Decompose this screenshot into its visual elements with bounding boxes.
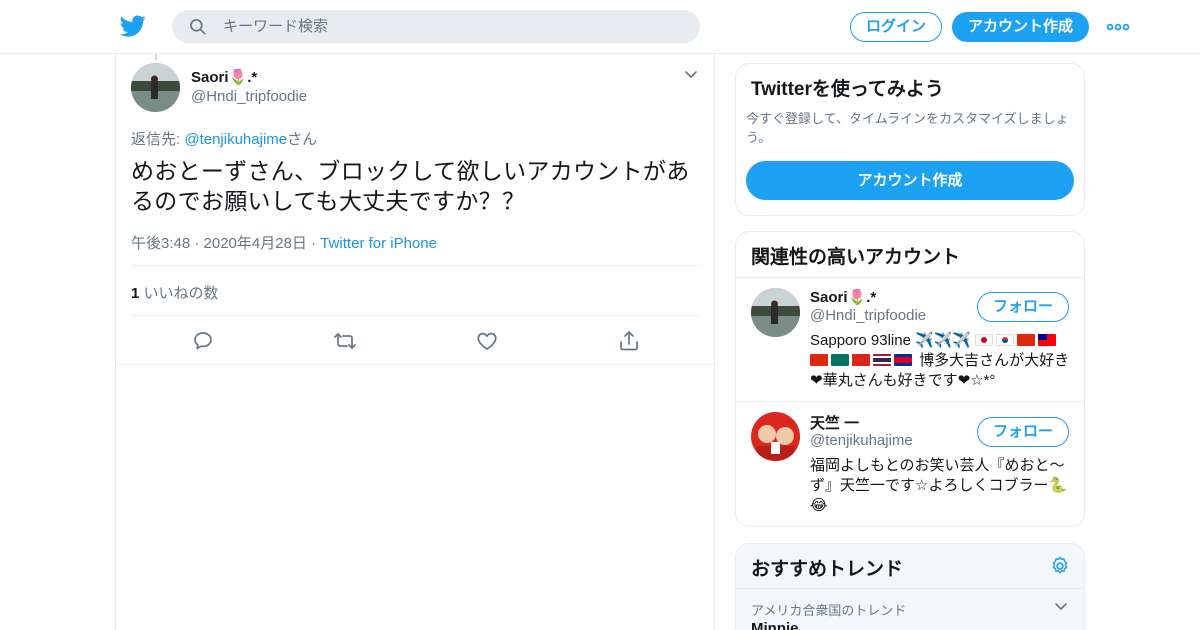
flag-cambodia-icon <box>894 354 912 366</box>
follow-button[interactable]: フォロー <box>977 292 1069 322</box>
avatar-image <box>131 63 180 112</box>
reply-context: 返信先: @tenjikuhajimeさん <box>131 128 317 149</box>
reply-mention-link[interactable]: @tenjikuhajime <box>184 131 287 148</box>
account-handle[interactable]: @tenjikuhajime <box>810 432 913 449</box>
divider <box>116 364 714 365</box>
avatar[interactable] <box>751 288 800 337</box>
account-handle[interactable]: @Hndi_tripfoodie <box>810 307 926 324</box>
author-handle[interactable]: @Hndi_tripfoodie <box>191 88 307 105</box>
avatar-image <box>751 412 800 461</box>
divider <box>131 315 699 316</box>
more-icon[interactable] <box>1106 17 1130 37</box>
divider <box>131 265 699 266</box>
account-bio: 福岡よしもとのお笑い芸人『めおと〜ず』天竺一です☆よろしくコブラー🐍😂 <box>810 457 1068 514</box>
follow-button[interactable]: フォロー <box>977 417 1069 447</box>
flag-vietnam-icon <box>852 354 870 366</box>
gear-icon[interactable] <box>1049 555 1071 577</box>
top-navigation-bar: キーワード検索 ログイン アカウント作成 <box>0 0 1200 54</box>
account-bio: Sapporo 93line ✈️✈️✈️ 博多大吉さんが大好き❤︎華丸さんも好… <box>810 331 1072 391</box>
like-count-label: いいねの数 <box>139 285 219 302</box>
login-button[interactable]: ログイン <box>850 12 942 42</box>
share-icon[interactable] <box>617 329 641 353</box>
trends-title: おすすめトレンド <box>751 559 904 580</box>
signup-prompt-card: Twitterを使ってみよう 今すぐ登録して、タイムラインをカスタマイズしましょ… <box>735 63 1085 216</box>
reply-suffix: さん <box>287 131 318 148</box>
signup-card-description: 今すぐ登録して、タイムラインをカスタマイズしましょう。 <box>746 111 1069 145</box>
tweet-detail-column: Saori🌷.* @Hndi_tripfoodie 返信先: @tenjikuh… <box>115 54 715 630</box>
flag-taiwan-icon <box>1038 334 1057 346</box>
tweet-source-link[interactable]: Twitter for iPhone <box>320 235 437 252</box>
tweet-timestamp[interactable]: 午後3:48 · 2020年4月28日 · <box>131 235 320 252</box>
search-placeholder: キーワード検索 <box>223 18 329 35</box>
tweet-meta: 午後3:48 · 2020年4月28日 · Twitter for iPhone <box>131 232 437 253</box>
avatar[interactable] <box>751 412 800 461</box>
flag-thailand-icon <box>873 354 891 366</box>
account-name[interactable]: 天竺 一 <box>810 412 859 433</box>
trends-card: おすすめトレンド アメリカ合衆国のトレンド Minnie <box>735 543 1085 630</box>
flag-china-icon <box>1017 334 1036 346</box>
twitter-logo-icon[interactable] <box>120 13 146 39</box>
reply-prefix: 返信先: <box>131 131 185 148</box>
account-name[interactable]: Saori🌷.* <box>810 288 876 306</box>
signup-card-title: Twitterを使ってみよう <box>751 79 944 100</box>
trend-item[interactable]: Minnie <box>751 620 799 630</box>
signup-button[interactable]: アカウント作成 <box>952 12 1089 42</box>
avatar-image <box>751 288 800 337</box>
flag-korea-icon <box>996 334 1015 346</box>
like-count-stat[interactable]: 1 いいねの数 <box>131 282 219 303</box>
account-bio-intro: Sapporo 93line ✈️✈️✈️ <box>810 332 972 349</box>
flag-japan-icon <box>975 334 994 346</box>
related-accounts-card: 関連性の高いアカウント Saori🌷.* @Hndi_tripfoodie フォ… <box>735 231 1085 527</box>
search-icon <box>190 19 206 35</box>
author-name[interactable]: Saori🌷.* <box>191 68 257 86</box>
flag-macau-icon <box>831 354 849 366</box>
chevron-down-icon[interactable] <box>1054 600 1068 614</box>
divider <box>736 401 1084 402</box>
divider <box>736 588 1084 589</box>
divider <box>736 277 1084 278</box>
search-input[interactable]: キーワード検索 <box>172 10 700 43</box>
reply-icon[interactable] <box>191 329 215 353</box>
related-accounts-title: 関連性の高いアカウント <box>751 247 961 268</box>
retweet-icon[interactable] <box>333 329 357 353</box>
create-account-button[interactable]: アカウント作成 <box>746 161 1074 200</box>
thread-connector <box>155 54 157 60</box>
like-icon[interactable] <box>475 329 499 353</box>
chevron-down-icon[interactable] <box>684 68 698 82</box>
trend-location: アメリカ合衆国のトレンド <box>751 603 907 618</box>
tweet-text: めおとーずさん、ブロックして欲しいアカウントがあるのでお願いしても大丈夫ですか？… <box>131 158 690 214</box>
flag-hongkong-icon <box>810 354 828 366</box>
avatar[interactable] <box>131 63 180 112</box>
